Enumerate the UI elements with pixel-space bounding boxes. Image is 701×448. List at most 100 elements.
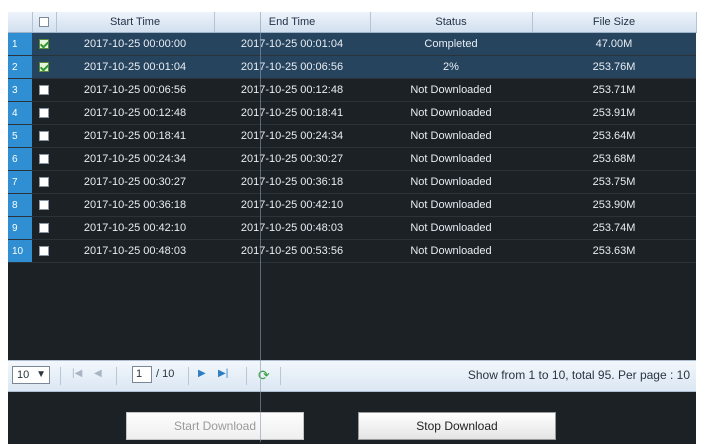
end-time-cell: 2017-10-25 00:01:04 [214,32,370,56]
row-checkbox[interactable] [39,131,49,142]
row-number: 8 [8,193,32,217]
row-number: 9 [8,216,32,240]
table-row[interactable]: 1 2017-10-25 00:00:00 2017-10-25 00:01:04 C… [8,32,696,56]
status-cell: Not Downloaded [370,239,532,263]
start-time-cell: 2017-10-25 00:36:18 [56,193,214,217]
table-row[interactable]: 9 2017-10-25 00:42:10 2017-10-25 00:48:03 N… [8,216,696,240]
row-checkbox-cell[interactable] [32,101,56,125]
select-all-checkbox[interactable] [39,17,49,28]
table-row[interactable]: 10 2017-10-25 00:48:03 2017-10-25 00:53:56… [8,239,696,263]
pager-separator [60,367,61,385]
file-size-cell: 253.74M [532,216,696,240]
pager-info-text: Show from 1 to 10, total 95. Per page : … [467,368,690,382]
status-cell: Not Downloaded [370,193,532,217]
table-row[interactable]: 2 2017-10-25 00:01:04 2017-10-25 00:06:56 2… [8,55,696,79]
status-cell: Not Downloaded [370,170,532,194]
page-number-input[interactable]: 1 [132,366,152,383]
stop-download-button[interactable]: Stop Download [358,412,556,440]
row-number: 10 [8,239,32,263]
table-row[interactable]: 8 2017-10-25 00:36:18 2017-10-25 00:42:10 N… [8,193,696,217]
row-checkbox[interactable] [39,246,49,257]
row-checkbox[interactable] [39,39,49,50]
row-checkbox[interactable] [39,62,49,73]
table-row[interactable]: 3 2017-10-25 00:06:56 2017-10-25 00:12:48 N… [8,78,696,102]
next-page-icon[interactable]: ▶ [198,368,206,379]
total-pages: / 10 [156,368,175,380]
row-number: 1 [8,32,32,56]
header-row-number [8,12,33,33]
file-size-cell: 253.76M [532,55,696,79]
row-number: 5 [8,124,32,148]
row-checkbox[interactable] [39,154,49,165]
header-status[interactable]: Status [370,12,533,33]
row-checkbox-cell[interactable] [32,147,56,171]
first-page-icon[interactable]: |◀ [72,368,82,379]
start-download-button[interactable]: Start Download [126,412,304,440]
header-file-size[interactable]: File Size [532,12,697,33]
status-cell: Not Downloaded [370,147,532,171]
end-time-cell: 2017-10-25 00:53:56 [214,239,370,263]
table-header-row: Start Time End Time Status File Size [8,12,697,33]
file-size-cell: 253.90M [532,193,696,217]
status-cell: Not Downloaded [370,124,532,148]
start-time-cell: 2017-10-25 00:24:34 [56,147,214,171]
download-panel: Start Time End Time Status File Size 1 20… [8,12,697,444]
chevron-down-icon: ▼ [36,369,46,380]
row-checkbox-cell[interactable] [32,124,56,148]
pager-separator [280,367,281,385]
file-size-cell: 253.91M [532,101,696,125]
status-cell: 2% [370,55,532,79]
pager-bar: 10 ▼ |◀ ◀ 1 / 10 ▶ ▶| ⟳ Show from 1 to 1… [8,360,696,392]
last-page-icon[interactable]: ▶| [218,368,228,379]
page-size-select[interactable]: 10 ▼ [12,366,50,384]
header-start-time[interactable]: Start Time [56,12,215,33]
page-size-value: 10 [17,369,30,381]
row-checkbox[interactable] [39,108,49,119]
table-row[interactable]: 6 2017-10-25 00:24:34 2017-10-25 00:30:27 N… [8,147,696,171]
row-checkbox-cell[interactable] [32,78,56,102]
status-cell: Not Downloaded [370,101,532,125]
header-end-time[interactable]: End Time [214,12,371,33]
download-table: Start Time End Time Status File Size 1 20… [8,12,697,263]
row-checkbox[interactable] [39,200,49,211]
file-size-cell: 47.00M [532,32,696,56]
start-time-cell: 2017-10-25 00:18:41 [56,124,214,148]
prev-page-icon[interactable]: ◀ [94,368,102,379]
row-checkbox-cell[interactable] [32,193,56,217]
end-time-cell: 2017-10-25 00:30:27 [214,147,370,171]
row-checkbox-cell[interactable] [32,32,56,56]
row-checkbox-cell[interactable] [32,170,56,194]
end-time-cell: 2017-10-25 00:18:41 [214,101,370,125]
header-select-all[interactable] [32,12,57,33]
file-size-cell: 253.71M [532,78,696,102]
start-time-cell: 2017-10-25 00:06:56 [56,78,214,102]
pager-separator [246,367,247,385]
column-divider-line [260,12,261,442]
file-size-cell: 253.75M [532,170,696,194]
start-time-cell: 2017-10-25 00:48:03 [56,239,214,263]
file-size-cell: 253.64M [532,124,696,148]
start-time-cell: 2017-10-25 00:00:00 [56,32,214,56]
file-size-cell: 253.63M [532,239,696,263]
table-row[interactable]: 5 2017-10-25 00:18:41 2017-10-25 00:24:34 N… [8,124,696,148]
row-number: 7 [8,170,32,194]
end-time-cell: 2017-10-25 00:12:48 [214,78,370,102]
row-number: 2 [8,55,32,79]
end-time-cell: 2017-10-25 00:42:10 [214,193,370,217]
pager-separator [188,367,189,385]
row-checkbox[interactable] [39,223,49,234]
row-checkbox[interactable] [39,85,49,96]
table-row[interactable]: 7 2017-10-25 00:30:27 2017-10-25 00:36:18 N… [8,170,696,194]
row-checkbox-cell[interactable] [32,55,56,79]
status-cell: Not Downloaded [370,78,532,102]
status-cell: Completed [370,32,532,56]
row-number: 6 [8,147,32,171]
table-row[interactable]: 4 2017-10-25 00:12:48 2017-10-25 00:18:41 N… [8,101,696,125]
row-checkbox-cell[interactable] [32,216,56,240]
file-size-cell: 253.68M [532,147,696,171]
row-checkbox[interactable] [39,177,49,188]
pager-separator [116,367,117,385]
row-checkbox-cell[interactable] [32,239,56,263]
start-time-cell: 2017-10-25 00:30:27 [56,170,214,194]
start-time-cell: 2017-10-25 00:01:04 [56,55,214,79]
